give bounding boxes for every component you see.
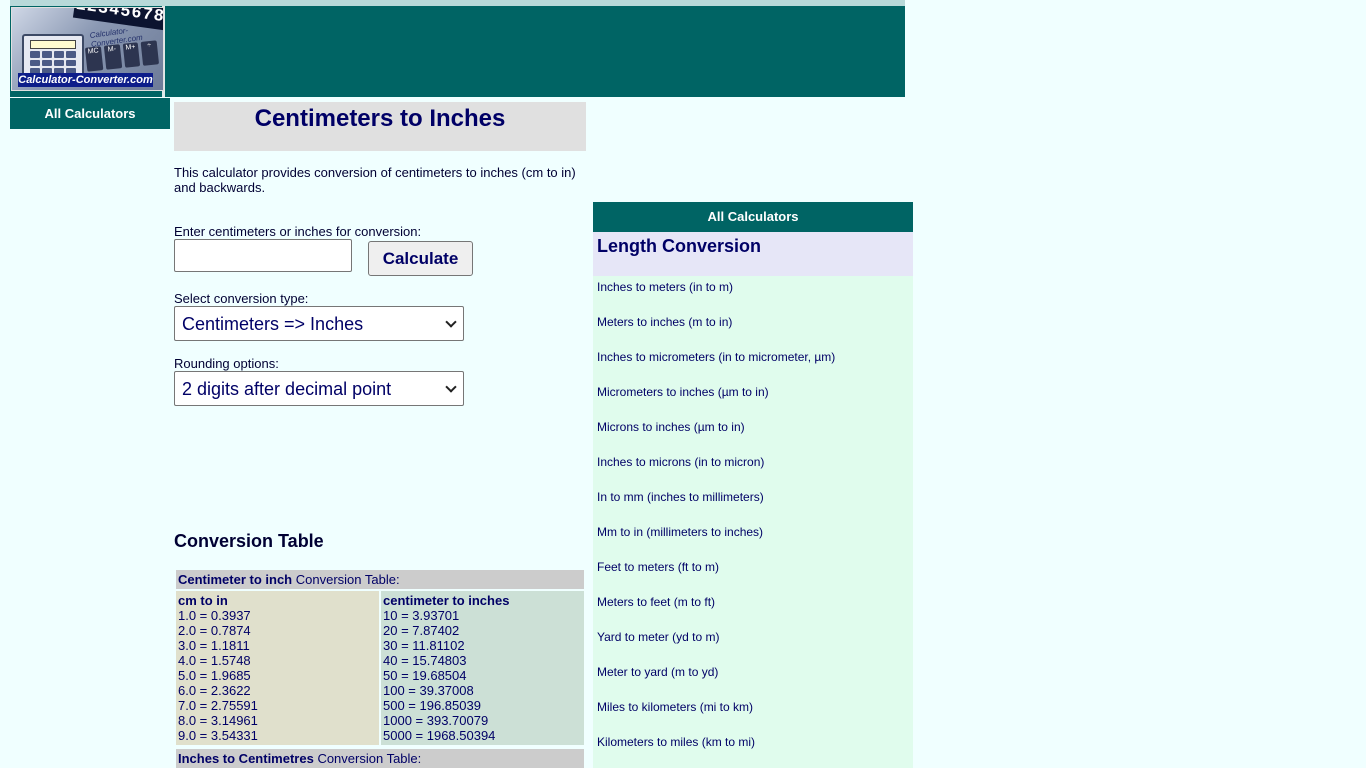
table-row: 5.0 = 1.9685 [178,668,251,683]
table-row: 7.0 = 2.75591 [178,698,258,713]
table-row: 8.0 = 3.14961 [178,713,258,728]
sidebar-link-meter-to-yard[interactable]: Meter to yard (m to yd) [597,665,718,679]
rounding-select[interactable]: 2 digits after decimal point [174,371,464,406]
conversion-type-label: Select conversion type: [174,291,309,306]
sidebar-link-miles-to-kilometers[interactable]: Miles to kilometers (mi to km) [597,700,753,714]
logo-text: Calculator-Converter.com [18,73,153,87]
conversion-type-select[interactable]: Centimeters => Inches [174,306,464,341]
site-logo[interactable]: 12345678 Calculator-Converter.com MC M- M+… [11,7,164,91]
sidebar-link-feet-to-meters[interactable]: Feet to meters (ft to m) [597,560,719,574]
sidebar-link-meters-to-inches[interactable]: Meters to inches (m to in) [597,315,732,329]
sidebar-link-inches-to-micrometers[interactable]: Inches to micrometers (in to micrometer,… [597,350,835,364]
table-title-cm-to-in: Centimeter to inch Conversion Table: [176,570,584,589]
sidebar-link-in-to-mm[interactable]: In to mm (inches to millimeters) [597,490,764,504]
all-calculators-header[interactable]: All Calculators [593,202,913,232]
sidebar-link-microns-to-inches[interactable]: Microns to inches (µm to in) [597,420,745,434]
table-row: 5000 = 1968.50394 [383,728,496,743]
table-row: 40 = 15.74803 [383,653,467,668]
sidebar-link-inches-to-microns[interactable]: Inches to microns (in to micron) [597,455,764,469]
calculate-button[interactable]: Calculate [368,241,473,276]
table-row: 1.0 = 0.3937 [178,608,251,623]
sidebar-link-meters-to-feet[interactable]: Meters to feet (m to ft) [597,595,715,609]
chevron-down-icon [445,381,457,393]
column-header: centimeter to inches [383,593,510,608]
sidebar-link-micrometers-to-inches[interactable]: Micrometers to inches (µm to in) [597,385,769,399]
page-title-box: Centimeters to Inches [174,102,586,151]
table-row: 2.0 = 0.7874 [178,623,251,638]
table-row: 500 = 196.85039 [383,698,481,713]
conversion-table-heading: Conversion Table [174,531,324,551]
table-row: 1000 = 393.70079 [383,713,489,728]
table-row: 4.0 = 1.5748 [178,653,251,668]
chevron-down-icon [445,316,457,328]
sidebar-link-mm-to-in[interactable]: Mm to in (millimeters to inches) [597,525,763,539]
table-column-cm-to-in: cm to in 1.0 = 0.3937 2.0 = 0.7874 3.0 =… [176,591,379,745]
input-label: Enter centimeters or inches for conversi… [174,224,422,239]
table-row: 30 = 11.81102 [383,638,465,653]
table-row: 50 = 19.68504 [383,668,467,683]
page-title: Centimeters to Inches [254,105,506,132]
table-row: 10 = 3.93701 [383,608,460,623]
sidebar-link-kilometers-to-miles[interactable]: Kilometers to miles (km to mi) [597,735,755,749]
column-header: cm to in [178,593,228,608]
rounding-value: 2 digits after decimal point [182,379,392,399]
value-input[interactable] [174,239,352,272]
length-conversion-box: Length Conversion [593,232,913,276]
sidebar-link-inches-to-meters[interactable]: Inches to meters (in to m) [597,280,733,294]
table-row: 6.0 = 2.3622 [178,683,251,698]
table-column-centimeter-to-inches: centimeter to inches 10 = 3.93701 20 = 7… [381,591,584,745]
length-conversion-heading: Length Conversion [597,236,762,256]
conversion-type-value: Centimeters => Inches [182,314,364,334]
length-conversion-links: Inches to meters (in to m) Meters to inc… [593,276,913,768]
all-calculators-button[interactable]: All Calculators [10,98,170,129]
table-row: 3.0 = 1.1811 [178,638,250,653]
sidebar-link-yard-to-meter[interactable]: Yard to meter (yd to m) [597,630,719,644]
table-row: 20 = 7.87402 [383,623,460,638]
intro-text: This calculator provides conversion of c… [174,165,576,195]
table-title-in-to-cm: Inches to Centimetres Conversion Table: [176,749,584,768]
rounding-label: Rounding options: [174,356,279,371]
table-row: 9.0 = 3.54331 [178,728,258,743]
table-row: 100 = 39.37008 [383,683,474,698]
